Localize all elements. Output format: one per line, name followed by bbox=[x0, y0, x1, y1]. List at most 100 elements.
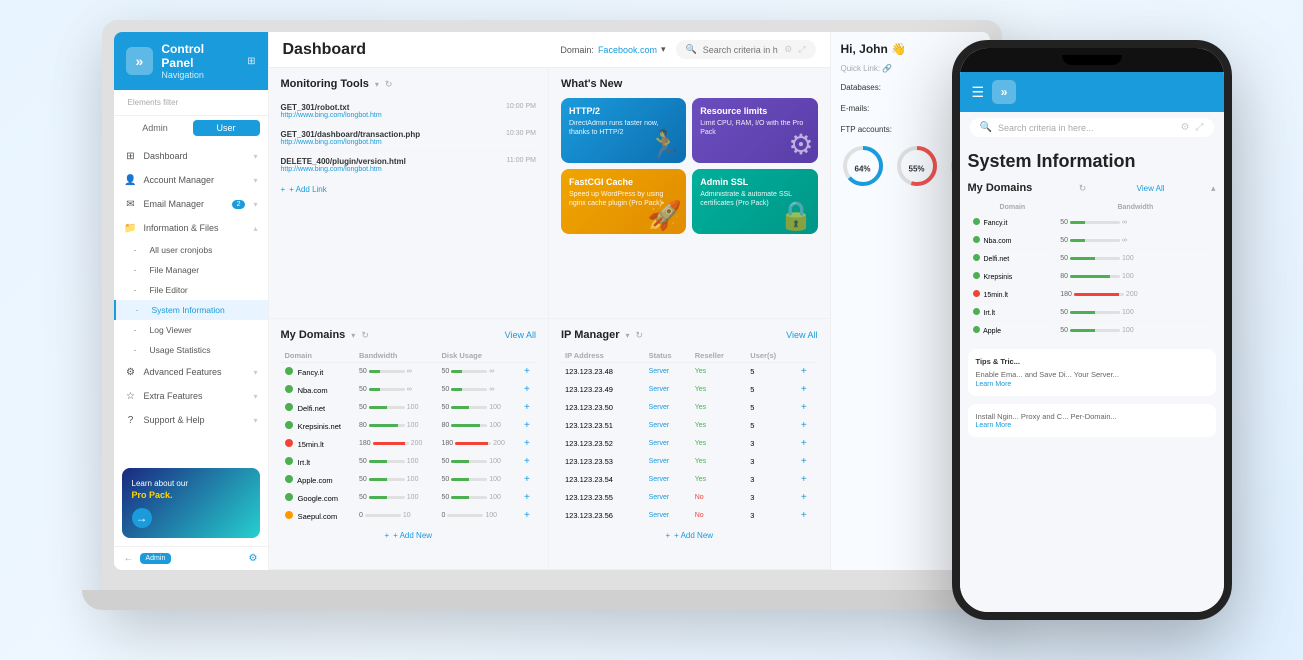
monitoring-item-3-url[interactable]: http://www.bing.com/longbot.htm bbox=[281, 166, 406, 173]
domain-chevron-icon: ▾ bbox=[661, 44, 666, 55]
ip-manager-refresh-icon[interactable]: ↻ bbox=[636, 330, 644, 341]
sidebar-icons-left: ← bbox=[124, 553, 134, 564]
ip-add-cell[interactable]: + bbox=[797, 507, 818, 525]
add-link-label: + Add Link bbox=[289, 185, 327, 194]
ip-add-cell[interactable]: + bbox=[797, 363, 818, 381]
sidebar-item-dashboard[interactable]: ⊞ Dashboard ▾ bbox=[114, 144, 268, 168]
tips-learn-more-1[interactable]: Learn More bbox=[976, 381, 1208, 388]
sidebar-item-usage-stats[interactable]: · Usage Statistics bbox=[114, 340, 268, 360]
log-viewer-icon: · bbox=[134, 325, 144, 335]
sidebar-item-cronjobs[interactable]: · All user cronjobs bbox=[114, 240, 268, 260]
ip-add-new-button[interactable]: + + Add New bbox=[561, 525, 818, 546]
monitoring-item-1-url[interactable]: http://www.bing.com/longbot.htm bbox=[281, 112, 382, 119]
ip-add-cell[interactable]: + bbox=[797, 453, 818, 471]
usage-stats-icon: · bbox=[134, 345, 144, 355]
domain-add-cell[interactable]: + bbox=[520, 417, 536, 435]
ip-manager-view-all[interactable]: View All bbox=[786, 330, 817, 340]
expand-icon[interactable]: ⤢ bbox=[798, 44, 805, 55]
ip-add-cell[interactable]: + bbox=[797, 435, 818, 453]
sidebar-item-file-manager[interactable]: · File Manager bbox=[114, 260, 268, 280]
search-input[interactable] bbox=[703, 45, 779, 55]
sidebar-item-email-manager[interactable]: ✉ Email Manager 2 ▾ bbox=[114, 192, 268, 216]
ip-table: IP Address Status Reseller User(s) 123.1… bbox=[561, 349, 818, 525]
ip-reseller-cell: No bbox=[691, 489, 747, 507]
sidebar-item-information-files[interactable]: 📁 Information & Files ▴ bbox=[114, 216, 268, 240]
domain-bw-cell: 50 100 bbox=[355, 471, 437, 489]
ip-add-cell[interactable]: + bbox=[797, 381, 818, 399]
domain-add-cell[interactable]: + bbox=[520, 507, 536, 525]
ring-1-label: 64% bbox=[854, 164, 870, 173]
ip-manager-title: IP Manager bbox=[561, 329, 620, 341]
my-domains-panel: My Domains ▾ ↻ View All Domain Bandwidth… bbox=[269, 319, 550, 570]
ip-add-cell[interactable]: + bbox=[797, 489, 818, 507]
my-domains-refresh-icon[interactable]: ↻ bbox=[361, 330, 369, 341]
phone-search[interactable]: 🔍 Search criteria in here... ⚙ ⤢ bbox=[970, 118, 1214, 137]
ip-address-cell: 123.123.23.55 bbox=[561, 489, 645, 507]
ip-add-cell[interactable]: + bbox=[797, 471, 818, 489]
domains-add-plus-icon: + bbox=[384, 531, 389, 540]
domain-selector[interactable]: Domain: Facebook.com ▾ bbox=[560, 44, 665, 55]
tips-learn-more-2[interactable]: Learn More bbox=[976, 422, 1208, 429]
phone-expand-icon[interactable]: ⤢ bbox=[1196, 122, 1204, 133]
sidebar-item-extra-label: Extra Features bbox=[144, 391, 203, 401]
monitoring-refresh-icon[interactable]: ↻ bbox=[385, 79, 393, 90]
promo-text: Learn about our Pro Pack. bbox=[132, 478, 250, 502]
laptop: » Control Panel Navigation ⊞ Elements fi… bbox=[102, 20, 1002, 610]
domain-add-cell[interactable]: + bbox=[520, 399, 536, 417]
chevron-up-icon: ▴ bbox=[253, 224, 257, 233]
domain-add-cell[interactable]: + bbox=[520, 435, 536, 453]
news-card-admin-ssl[interactable]: Admin SSL Administrate & automate SSL ce… bbox=[692, 169, 817, 234]
add-link-button[interactable]: + + Add Link bbox=[281, 185, 537, 194]
domain-add-cell[interactable]: + bbox=[520, 381, 536, 399]
domain-disk-cell: 50 ∞ bbox=[437, 363, 519, 381]
domain-value[interactable]: Facebook.com bbox=[598, 45, 657, 55]
table-row: Nba.com 50 ∞ 50 ∞ + bbox=[281, 381, 537, 399]
domain-add-cell[interactable]: + bbox=[520, 453, 536, 471]
phone-refresh-icon[interactable]: ↻ bbox=[1079, 183, 1087, 194]
news-card-fastcgi[interactable]: FastCGI Cache Speed up WordPress by usin… bbox=[561, 169, 686, 234]
tab-admin[interactable]: Admin bbox=[122, 120, 189, 136]
domain-label: Domain: bbox=[560, 45, 594, 55]
domain-name-cell: Fancy.it bbox=[281, 363, 355, 381]
sidebar-item-file-editor[interactable]: · File Editor bbox=[114, 280, 268, 300]
ip-status-cell: Server bbox=[645, 417, 691, 435]
ip-address-cell: 123.123.23.52 bbox=[561, 435, 645, 453]
domains-add-new-button[interactable]: + + Add New bbox=[281, 525, 537, 546]
sidebar-item-extra-features[interactable]: ☆ Extra Features ▾ bbox=[114, 384, 268, 408]
domain-name-cell: Nba.com bbox=[281, 381, 355, 399]
domain-name-cell: Saepul.com bbox=[281, 507, 355, 525]
my-domains-view-all[interactable]: View All bbox=[505, 330, 536, 340]
promo-arrow-button[interactable]: → bbox=[132, 508, 152, 528]
monitoring-item-2: GET_301/dashboard/transaction.php http:/… bbox=[281, 125, 537, 152]
news-card-resource-limits[interactable]: Resource limits Limit CPU, RAM, I/O with… bbox=[692, 98, 817, 163]
sidebar-item-account-manager[interactable]: 👤 Account Manager ▾ bbox=[114, 168, 268, 192]
settings-icon: ⚙ bbox=[249, 553, 258, 564]
domain-add-cell[interactable]: + bbox=[520, 489, 536, 507]
ip-reseller-cell: Yes bbox=[691, 453, 747, 471]
monitoring-item-2-url[interactable]: http://www.bing.com/longbot.htm bbox=[281, 139, 421, 146]
ip-add-cell[interactable]: + bbox=[797, 417, 818, 435]
sidebar-item-support-help[interactable]: ? Support & Help ▾ bbox=[114, 408, 268, 432]
phone-menu-icon[interactable]: ☰ bbox=[972, 84, 985, 101]
sidebar-item-log-viewer[interactable]: · Log Viewer bbox=[114, 320, 268, 340]
search-icon: 🔍 bbox=[686, 44, 697, 55]
sidebar-item-account-label: Account Manager bbox=[144, 175, 215, 185]
tab-user[interactable]: User bbox=[193, 120, 260, 136]
domain-add-cell[interactable]: + bbox=[520, 363, 536, 381]
phone-search-icon: 🔍 bbox=[980, 122, 992, 133]
search-bar[interactable]: 🔍 ⚙ ⤢ bbox=[676, 40, 816, 59]
domain-bw-cell: 80 100 bbox=[355, 417, 437, 435]
domain-bw-cell: 50 100 bbox=[355, 453, 437, 471]
ip-add-cell[interactable]: + bbox=[797, 399, 818, 417]
phone-filter-icon[interactable]: ⚙ bbox=[1181, 122, 1190, 133]
sidebar-item-system-info[interactable]: · System Information bbox=[114, 300, 268, 320]
phone-view-all[interactable]: View All bbox=[1137, 184, 1165, 193]
sidebar-item-advanced-features[interactable]: ⚙ Advanced Features ▾ bbox=[114, 360, 268, 384]
news-card-http2[interactable]: HTTP/2 DirectAdmin runs faster now, than… bbox=[561, 98, 686, 163]
ring-2-label: 55% bbox=[908, 164, 924, 173]
news-card-fastcgi-title: FastCGI Cache bbox=[569, 177, 678, 187]
sidebar-logo-icon: » bbox=[126, 47, 154, 75]
domain-add-cell[interactable]: + bbox=[520, 471, 536, 489]
ip-users-cell: 3 bbox=[746, 489, 797, 507]
filter-icon[interactable]: ⚙ bbox=[784, 44, 792, 55]
